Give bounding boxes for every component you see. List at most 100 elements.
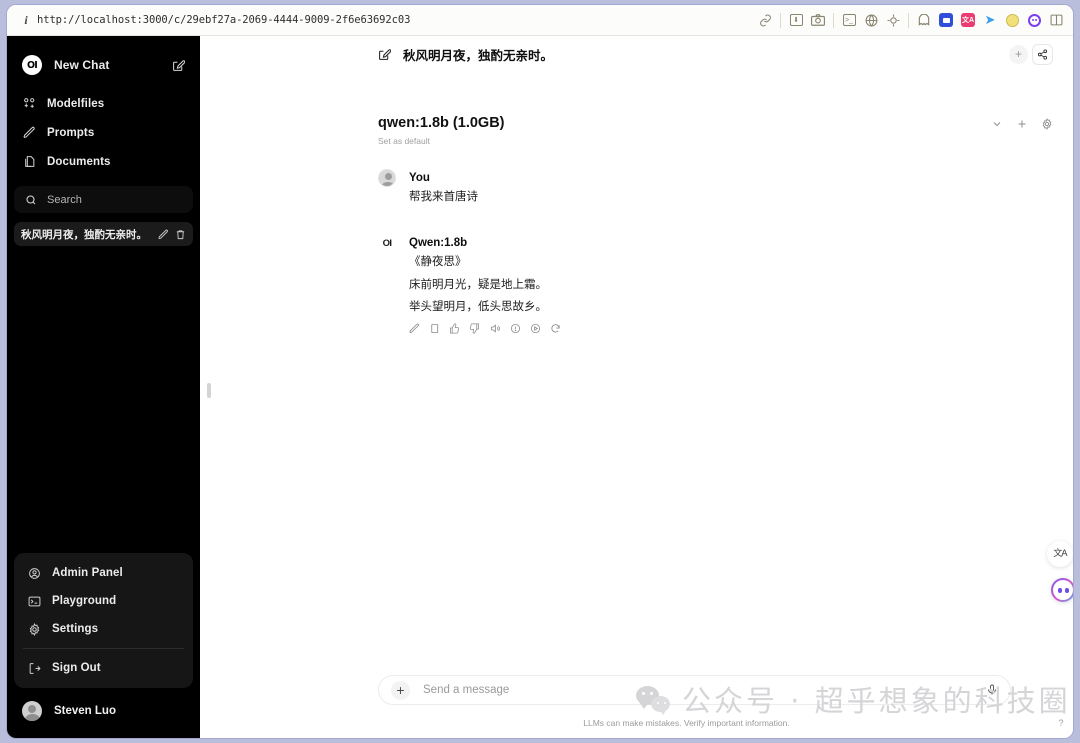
- sidebar-bottom: Admin Panel Playground Settings Sign Out…: [14, 553, 193, 738]
- translate-icon: 文A: [1053, 548, 1067, 559]
- info-circle-icon[interactable]: [510, 323, 521, 334]
- purple-face-icon[interactable]: [1023, 9, 1045, 31]
- sidebar-label-settings: Settings: [52, 623, 99, 635]
- terminal-icon[interactable]: >_: [838, 9, 860, 31]
- download-box-icon[interactable]: ⬇: [785, 9, 807, 31]
- pink-translate-icon[interactable]: 文A: [957, 9, 979, 31]
- chat-title-edit-icon[interactable]: [378, 48, 391, 61]
- message-author: You: [409, 172, 430, 184]
- sidebar-account-menu: Admin Panel Playground Settings Sign Out: [14, 553, 193, 688]
- message-line: 《静夜思》: [409, 256, 467, 268]
- camera-icon[interactable]: [807, 9, 829, 31]
- message-line: 举头望明月，低头思故乡。: [409, 301, 547, 314]
- split-panel-icon[interactable]: [1045, 9, 1067, 31]
- regenerate-icon[interactable]: [550, 323, 561, 334]
- toolbar-divider-2: [833, 12, 834, 28]
- sidebar-history-item[interactable]: 秋风明月夜，独酌无亲时。: [14, 222, 193, 246]
- play-circle-icon[interactable]: [530, 323, 541, 334]
- assistant-face-icon: [1053, 580, 1073, 600]
- message-input-placeholder[interactable]: Send a message: [423, 684, 509, 696]
- speaker-icon[interactable]: [489, 323, 501, 334]
- help-button[interactable]: ?: [1054, 716, 1068, 730]
- message-action-toolbar: [409, 322, 1053, 334]
- attach-plus-button[interactable]: +: [391, 680, 410, 700]
- sidebar-item-settings[interactable]: Settings: [19, 615, 188, 643]
- sidebar-item-modelfiles[interactable]: Modelfiles: [14, 89, 193, 118]
- user-avatar: [378, 169, 396, 187]
- add-chat-icon[interactable]: +: [1009, 44, 1028, 64]
- gear-icon: [27, 622, 42, 636]
- sidebar-label-prompts: Prompts: [47, 126, 95, 139]
- ghost-extension-icon[interactable]: [913, 9, 935, 31]
- message-line: 床前明月光，疑是地上霜。: [409, 278, 547, 291]
- set-as-default-link[interactable]: Set as default: [378, 136, 505, 146]
- ai-assistant-widget-button[interactable]: [1051, 578, 1073, 602]
- sidebar-label-admin-panel: Admin Panel: [52, 567, 123, 579]
- sidebar-search-input[interactable]: Search: [14, 186, 193, 213]
- message-assistant-body: 《静夜思》 床前明月光，疑是地上霜。 举头望明月，低头思故乡。: [409, 255, 1053, 316]
- sidebar-resize-handle[interactable]: [207, 383, 211, 398]
- model-settings-gear-icon[interactable]: [1041, 118, 1053, 130]
- composer-area: + Send a message LLMs can make mistakes.…: [200, 672, 1073, 738]
- chat-header-actions: +: [1009, 43, 1053, 65]
- model-info: qwen:1.8b (1.0GB) Set as default: [378, 115, 505, 146]
- browser-window: i http://localhost:3000/c/29ebf27a-2069-…: [7, 5, 1073, 738]
- chat-header: 秋风明月夜，独酌无亲时。 +: [200, 36, 1073, 72]
- thumbs-up-icon[interactable]: [449, 322, 460, 334]
- sidebar-item-admin-panel[interactable]: Admin Panel: [19, 559, 188, 587]
- sidebar-item-prompts[interactable]: Prompts: [14, 118, 193, 147]
- toolbar-divider-1: [780, 12, 781, 28]
- admin-icon: [27, 567, 42, 580]
- pencil-icon: [22, 126, 37, 139]
- main-content: 秋风明月夜，独酌无亲时。 + qwen:1.8b (1.0GB) Set as …: [200, 36, 1073, 738]
- microphone-icon[interactable]: [986, 684, 998, 696]
- terminal-icon: [27, 595, 42, 608]
- page-info-icon[interactable]: i: [15, 13, 37, 28]
- sidebar-item-documents[interactable]: Documents: [14, 147, 193, 176]
- copy-icon[interactable]: [429, 323, 440, 334]
- modelfiles-icon: [22, 97, 37, 110]
- sidebar-item-sign-out[interactable]: Sign Out: [19, 654, 188, 682]
- message-user: You 帮我来首唐诗: [378, 169, 1053, 213]
- model-name[interactable]: qwen:1.8b (1.0GB): [378, 115, 505, 131]
- new-chat-label: New Chat: [54, 58, 110, 72]
- sidebar-label-modelfiles: Modelfiles: [47, 97, 105, 110]
- sidebar-top: OI New Chat Modelfiles Prompts Documents…: [14, 36, 193, 246]
- message-line: 帮我来首唐诗: [409, 191, 478, 203]
- sign-out-icon: [27, 662, 42, 675]
- browser-url-bar: i http://localhost:3000/c/29ebf27a-2069-…: [7, 5, 1073, 36]
- chevron-down-icon[interactable]: [991, 118, 1003, 130]
- message-user-header: You: [378, 169, 1053, 187]
- message-assistant: OI Qwen:1.8b 《静夜思》 床前明月光，疑是地上霜。 举头望明月，低头…: [378, 234, 1053, 334]
- blue-app-icon[interactable]: [935, 9, 957, 31]
- edit-icon[interactable]: [409, 323, 420, 334]
- link-icon[interactable]: [754, 9, 776, 31]
- message-user-body: 帮我来首唐诗: [409, 190, 1053, 206]
- sidebar-label-sign-out: Sign Out: [52, 662, 101, 674]
- history-delete-icon[interactable]: [175, 229, 186, 240]
- sidebar-user-profile[interactable]: Steven Luo: [14, 694, 193, 728]
- message-composer[interactable]: + Send a message: [378, 675, 1011, 705]
- documents-icon: [22, 155, 37, 168]
- search-placeholder: Search: [47, 193, 82, 206]
- sidebar-new-chat-button[interactable]: OI New Chat: [14, 48, 193, 82]
- sidebar-label-playground: Playground: [52, 595, 117, 607]
- model-actions: [991, 115, 1053, 130]
- target-icon[interactable]: [882, 9, 904, 31]
- new-chat-edit-icon[interactable]: [172, 59, 185, 72]
- bird-icon[interactable]: ➤: [979, 9, 1001, 31]
- menu-divider: [23, 648, 184, 649]
- history-item-title: 秋风明月夜，独酌无亲时。: [21, 228, 147, 241]
- share-chat-button[interactable]: [1032, 43, 1053, 65]
- translate-widget-button[interactable]: 文A: [1047, 541, 1073, 567]
- disclaimer-text: LLMs can make mistakes. Verify important…: [583, 718, 790, 728]
- sidebar-item-playground[interactable]: Playground: [19, 587, 188, 615]
- add-model-icon[interactable]: [1016, 118, 1028, 130]
- history-edit-icon[interactable]: [158, 229, 169, 240]
- sidebar: OI New Chat Modelfiles Prompts Documents…: [7, 36, 200, 738]
- globe-icon[interactable]: [860, 9, 882, 31]
- url-text[interactable]: http://localhost:3000/c/29ebf27a-2069-44…: [37, 14, 410, 26]
- browser-toolbar: ⬇ >_ 文A ➤: [754, 9, 1073, 31]
- thumbs-down-icon[interactable]: [469, 323, 480, 334]
- yellow-circle-icon[interactable]: [1001, 9, 1023, 31]
